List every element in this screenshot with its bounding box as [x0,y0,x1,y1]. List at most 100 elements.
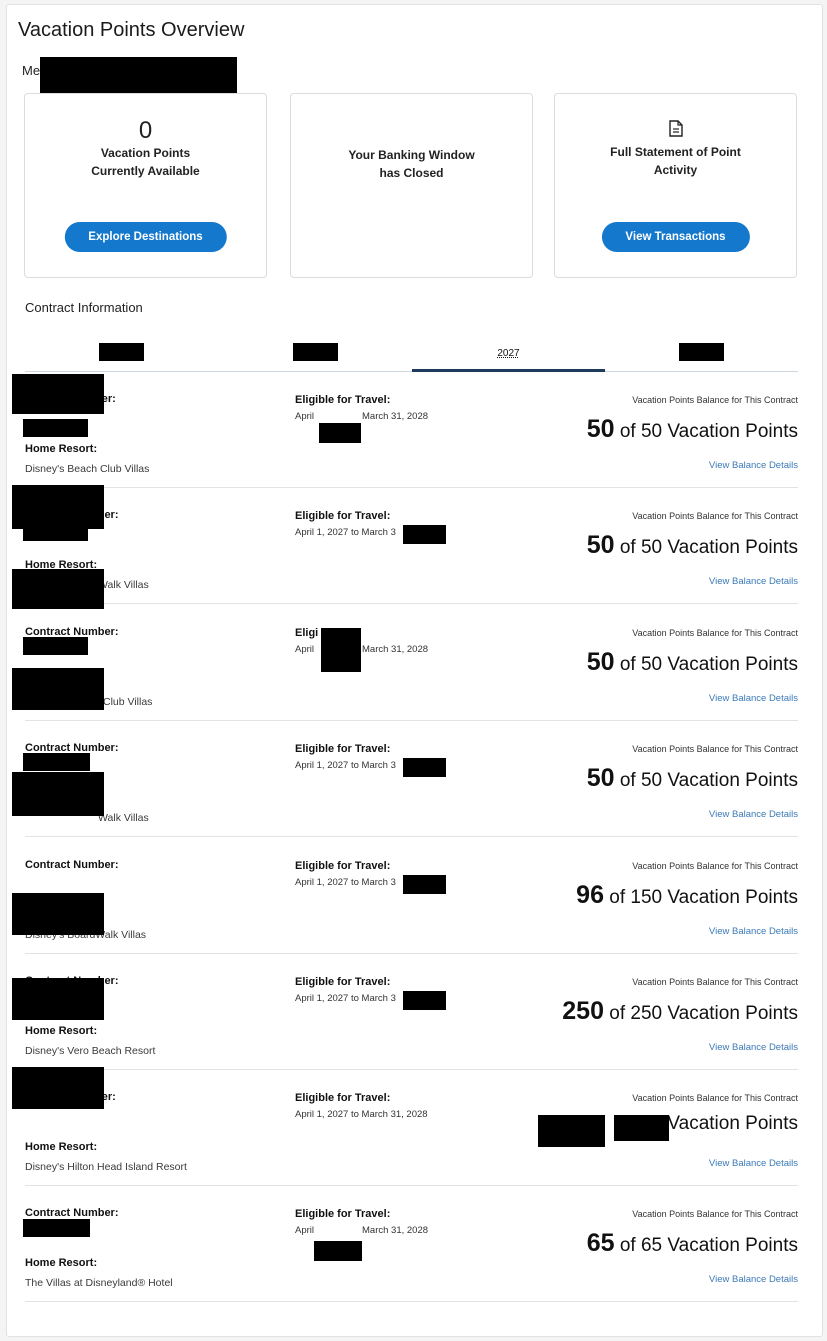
redaction-block [403,758,446,777]
points-balance-label: Vacation Points Balance for This Contrac… [632,977,798,987]
eligible-travel-dates: April 1, 2027 to March 3 [295,527,396,538]
contract-row: Contract Number: Home Resort: The Villas a… [23,1185,798,1302]
points-balance-value: 65 of 65 Vacation Points [587,1229,798,1258]
eligible-end: March 31, 2028 [362,411,429,422]
home-resort-label: Home Resort: [25,1141,98,1153]
home-resort-value: Disney's Vero Beach Resort [25,1045,156,1057]
points-of: of [614,770,641,791]
points-balance-value: Vacation Points [667,1113,798,1135]
redaction-block [538,1115,605,1147]
banking-window-line-2: has Closed [379,166,444,180]
view-balance-details-link[interactable]: View Balance Details [709,1042,798,1053]
explore-destinations-button[interactable]: Explore Destinations [64,222,227,252]
view-balance-details-link[interactable]: View Balance Details [709,809,798,820]
contract-number-label: Contract Number: [25,859,119,871]
home-resort-value: Walk Villas [98,812,149,824]
document-icon [668,120,683,137]
points-suffix: Vacation Points [667,421,798,442]
point-statement-card: Full Statement of Point Activity View Tr… [554,93,797,278]
tab-year-2027[interactable]: 2027 [412,341,605,372]
redaction-block [12,772,104,816]
view-balance-details-link[interactable]: View Balance Details [709,460,798,471]
tab-year-4[interactable] [605,341,798,371]
home-resort-label: Home Resort: [25,1025,98,1037]
tab-year-1[interactable] [25,341,218,371]
tab-year-2[interactable] [218,341,411,371]
member-label: Me [22,63,41,78]
redaction-block [23,523,88,541]
points-remaining: 50 [586,764,615,792]
points-total: 50 [640,421,663,442]
home-resort-value: The Villas at Disneyland® Hotel [25,1277,173,1289]
points-balance-label: Vacation Points Balance for This Contrac… [632,511,798,521]
points-balance-label: Vacation Points Balance for This Contrac… [632,1093,798,1103]
eligible-start: April 1, 2027 to March 3 [295,993,396,1004]
points-balance-label: Vacation Points Balance for This Contrac… [632,395,798,405]
view-balance-details-link[interactable]: View Balance Details [709,1274,798,1285]
redaction-block [614,1115,669,1141]
points-of: of [603,887,631,908]
eligible-start: April 1, 2027 to March 3 [295,760,396,771]
view-balance-details-link[interactable]: View Balance Details [709,693,798,704]
eligible-start: April [295,1225,315,1236]
points-remaining: 96 [576,881,604,909]
points-of: of [614,1235,641,1256]
redaction-block [12,569,104,609]
eligible-travel-dates: April March 31, 2028 [295,411,428,422]
contract-row: ber: Home Resort: Disney's Hilton Head Isl… [12,1067,798,1186]
contract-row: Contract Number: Disney's BoardWalk Villa… [12,837,798,954]
eligible-travel-label: Eligible for Travel: [295,394,391,406]
points-remaining: 65 [586,1229,615,1257]
redaction-block [23,753,90,771]
eligible-travel-label: Eligible for Travel: [295,976,391,988]
statement-line-2: Activity [653,163,698,177]
contract-row: Contract Number:Home Resort:Walk VillasE… [12,485,798,609]
points-balance-value: 250 of 250 Vacation Points [562,997,798,1026]
view-transactions-button[interactable]: View Transactions [601,222,750,252]
redaction-block [12,668,104,710]
points-balance-value: 50 of 50 Vacation Points [587,415,798,444]
points-total: 150 [630,887,663,908]
points-suffix: Vacation Points [667,770,798,791]
points-total: 250 [630,1003,663,1024]
eligible-travel-dates: April March 31, 2028 [295,644,428,655]
eligible-travel-label: Eligible for Travel: [295,510,391,522]
home-resort-value: Walk Villas [98,579,149,591]
redacted-tab-label [679,343,724,361]
view-balance-details-link[interactable]: View Balance Details [709,926,798,937]
redaction-block [12,893,104,935]
vacation-points-panel: Vacation Points Overview Me 0 Vacation P… [6,4,823,1337]
eligible-start: April 1, 2027 to March 31, 2028 [295,1109,428,1120]
view-balance-details-link[interactable]: View Balance Details [709,1158,798,1169]
redaction-block [23,637,88,655]
points-balance-label: Vacation Points Balance for This Contrac… [632,861,798,871]
home-resort-value: Disney's Beach Club Villas [25,463,150,475]
points-suffix: Vacation Points [667,1235,798,1256]
points-balance-value: 96 of 150 Vacation Points [576,881,798,910]
redaction-block [314,1241,362,1261]
tab-2027-label: 2027 [497,348,520,359]
points-of: of [603,1003,631,1024]
redacted-tab-label [293,343,338,361]
eligible-start: April [295,644,315,655]
eligible-travel-dates: April 1, 2027 to March 3 [295,993,396,1004]
points-of: of [614,537,641,558]
points-suffix: Vacation Points [667,1113,798,1134]
contract-information-label: Contract Information [25,300,143,315]
points-remaining: 50 [586,531,615,559]
page-title: Vacation Points Overview [18,19,245,41]
eligible-start: April [295,411,315,422]
points-total: 50 [640,654,663,675]
points-suffix: Vacation Points [667,537,798,558]
view-balance-details-link[interactable]: View Balance Details [709,576,798,587]
points-total: 50 [640,537,663,558]
home-resort-label: Home Resort: [25,443,98,455]
points-balance-label: Vacation Points Balance for This Contrac… [632,744,798,754]
statement-line-1: Full Statement of Point [610,145,741,159]
year-tabs: 2027 [25,341,798,372]
points-suffix: Vacation Points [667,654,798,675]
points-remaining: 250 [562,997,604,1025]
eligible-travel-dates: April 1, 2027 to March 31, 2028 [295,1109,428,1120]
points-total: 50 [640,770,663,791]
eligible-travel-label: Eligible for Travel: [295,860,391,872]
